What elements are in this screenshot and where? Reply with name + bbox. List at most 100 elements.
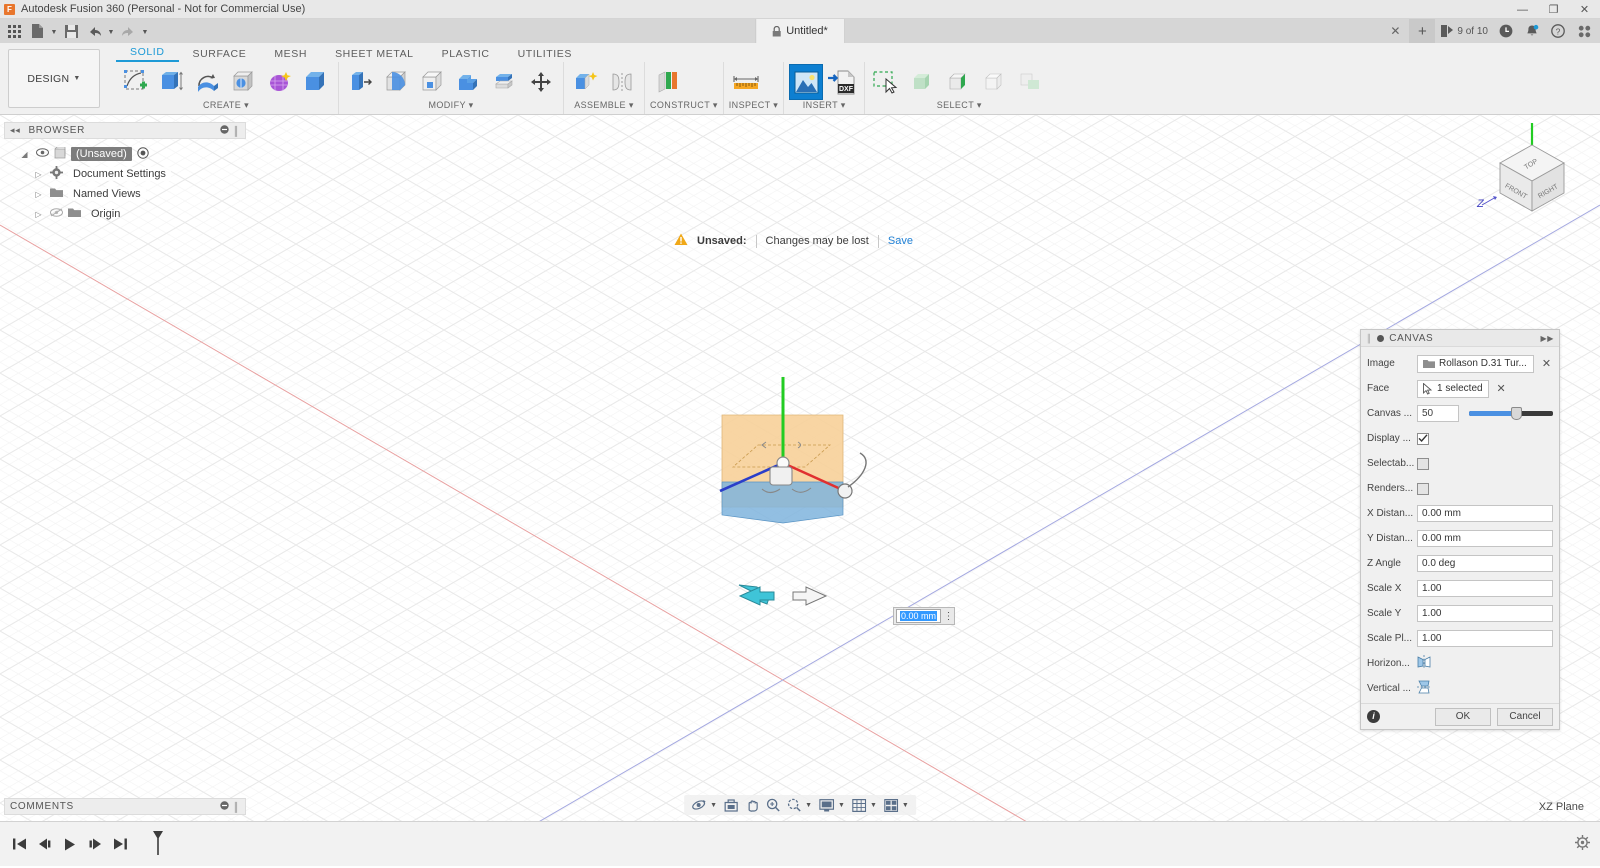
zoom-caret-icon[interactable]: ▼ — [805, 802, 815, 809]
go-to-beginning-button[interactable] — [12, 836, 28, 852]
construct-plane-icon[interactable] — [650, 64, 684, 100]
step-back-button[interactable] — [37, 836, 53, 852]
browser-item-unsaved[interactable]: ◢ (Unsaved) — [4, 144, 246, 164]
tab-plastic[interactable]: PLASTIC — [428, 48, 504, 62]
grid-caret-icon[interactable]: ▼ — [870, 802, 880, 809]
scale-x-field[interactable]: 1.00 — [1417, 580, 1553, 597]
clear-face-button[interactable]: ✕ — [1495, 382, 1508, 395]
canvas-dialog[interactable]: ║ CANVAS ▶▶ Image Rollason D.31 Tur... ✕… — [1360, 329, 1560, 730]
minimize-button[interactable]: — — [1507, 0, 1538, 19]
select-face-icon[interactable] — [942, 64, 976, 100]
joint-icon[interactable] — [605, 64, 639, 100]
zoom-window-icon[interactable] — [784, 796, 804, 814]
scale-y-field[interactable]: 1.00 — [1417, 605, 1553, 622]
maximize-button[interactable]: ❐ — [1538, 0, 1569, 19]
revolve-icon[interactable] — [191, 64, 225, 100]
browser-grip-icon[interactable]: ║ — [233, 126, 240, 136]
select-window-icon[interactable] — [870, 64, 904, 100]
visibility-eye-off-icon[interactable] — [50, 208, 63, 220]
create-box-icon[interactable] — [299, 64, 333, 100]
browser-panel[interactable]: ◂◂ BROWSER ║ ◢ (Unsaved) ▷ Document Sett… — [4, 122, 246, 224]
tab-count-indicator[interactable]: 9 of 10 — [1437, 25, 1492, 37]
select-sketch-icon[interactable] — [1014, 64, 1048, 100]
job-status-icon[interactable] — [1494, 19, 1518, 43]
scale-plane-field[interactable]: 1.00 — [1417, 630, 1553, 647]
panel-create-label[interactable]: CREATE ▾ — [119, 100, 333, 114]
pan-icon[interactable] — [742, 796, 762, 814]
undo-dropdown-caret-icon[interactable]: ▼ — [106, 20, 116, 42]
move-copy-icon[interactable] — [524, 64, 558, 100]
visibility-eye-icon[interactable] — [36, 148, 49, 160]
file-dropdown-caret-icon[interactable]: ▼ — [49, 20, 59, 42]
dialog-grip-icon[interactable]: ║ — [1366, 334, 1372, 343]
expand-arrow-icon[interactable]: ▷ — [32, 170, 45, 179]
press-pull-icon[interactable] — [344, 64, 378, 100]
orbit-caret-icon[interactable]: ▼ — [710, 802, 720, 809]
browser-item-document-settings[interactable]: ▷ Document Settings — [4, 164, 246, 184]
account-icon[interactable] — [1572, 19, 1596, 43]
look-at-icon[interactable] — [721, 796, 741, 814]
hole-icon[interactable] — [227, 64, 261, 100]
split-body-icon[interactable] — [488, 64, 522, 100]
help-icon[interactable]: ? — [1546, 19, 1570, 43]
app-grid-icon[interactable] — [3, 20, 25, 42]
fillet-icon[interactable] — [380, 64, 414, 100]
browser-settings-icon[interactable] — [220, 124, 229, 137]
panel-modify-label[interactable]: MODIFY ▾ — [344, 100, 558, 114]
dimension-value-field[interactable]: 0.00 mm — [896, 609, 942, 623]
comments-panel[interactable]: COMMENTS ║ — [4, 798, 246, 815]
file-icon[interactable] — [26, 20, 48, 42]
tab-solid[interactable]: SOLID — [116, 46, 179, 62]
tab-sheet-metal[interactable]: SHEET METAL — [321, 48, 428, 62]
panel-assemble-label[interactable]: ASSEMBLE ▾ — [569, 100, 639, 114]
close-button[interactable]: ✕ — [1569, 0, 1600, 19]
new-tab-button[interactable]: + — [1409, 19, 1436, 43]
z-angle-field[interactable]: 0.0 deg — [1417, 555, 1553, 572]
panel-select-label[interactable]: SELECT ▾ — [870, 100, 1048, 114]
dialog-expand-icon[interactable]: ▶▶ — [1540, 334, 1554, 343]
image-field[interactable]: Rollason D.31 Tur... — [1417, 354, 1534, 373]
canvas-insert-icon[interactable] — [789, 64, 824, 100]
expand-arrow-icon[interactable]: ▷ — [32, 210, 45, 219]
save-icon[interactable] — [60, 20, 82, 42]
display-caret-icon[interactable]: ▼ — [838, 802, 848, 809]
redo-dropdown-caret-icon[interactable]: ▼ — [140, 20, 150, 42]
shell-icon[interactable] — [416, 64, 450, 100]
panel-construct-label[interactable]: CONSTRUCT ▾ — [650, 100, 718, 114]
timeline-marker[interactable] — [151, 830, 165, 859]
tab-mesh[interactable]: MESH — [260, 48, 321, 62]
undo-icon[interactable] — [83, 20, 105, 42]
tab-surface[interactable]: SURFACE — [179, 48, 261, 62]
tab-utilities[interactable]: UTILITIES — [504, 48, 586, 62]
create-form-icon[interactable] — [263, 64, 297, 100]
close-tab-icon[interactable]: ✕ — [1383, 19, 1407, 43]
panel-insert-label[interactable]: INSERT ▾ — [789, 100, 859, 114]
view-cube[interactable]: TOP FRONT RIGHT Z — [1460, 123, 1570, 223]
orbit-icon[interactable] — [688, 796, 709, 814]
clear-image-button[interactable]: ✕ — [1540, 357, 1553, 370]
display-settings-icon[interactable] — [816, 796, 837, 814]
grid-snaps-icon[interactable] — [849, 796, 869, 814]
selectable-checkbox[interactable] — [1417, 457, 1429, 470]
display-through-checkbox[interactable] — [1417, 432, 1429, 445]
browser-collapse-icon[interactable]: ◂◂ — [10, 125, 20, 136]
canvas-opacity-input[interactable]: 50 — [1417, 405, 1459, 422]
save-link[interactable]: Save — [888, 235, 913, 247]
face-field[interactable]: 1 selected — [1417, 379, 1489, 398]
ok-button[interactable]: OK — [1435, 707, 1491, 726]
create-sketch-icon[interactable] — [119, 64, 153, 100]
flip-horizontal-icon[interactable] — [1417, 655, 1431, 672]
play-button[interactable] — [62, 836, 78, 852]
expand-arrow-icon[interactable]: ◢ — [18, 150, 31, 159]
renders-checkbox[interactable] — [1417, 482, 1429, 495]
browser-item-origin[interactable]: ▷ Origin — [4, 204, 246, 224]
comments-grip-icon[interactable]: ║ — [233, 802, 240, 812]
expand-arrow-icon[interactable]: ▷ — [32, 190, 45, 199]
navigation-bar[interactable]: ▼ ▼ ▼ ▼ ▼ — [684, 795, 916, 815]
flip-vertical-icon[interactable] — [1417, 680, 1431, 697]
redo-icon[interactable] — [117, 20, 139, 42]
extrude-icon[interactable] — [155, 64, 189, 100]
panel-inspect-label[interactable]: INSPECT ▾ — [729, 100, 778, 114]
slider-knob[interactable] — [1511, 407, 1522, 420]
timeline-settings-icon[interactable] — [1575, 835, 1590, 853]
